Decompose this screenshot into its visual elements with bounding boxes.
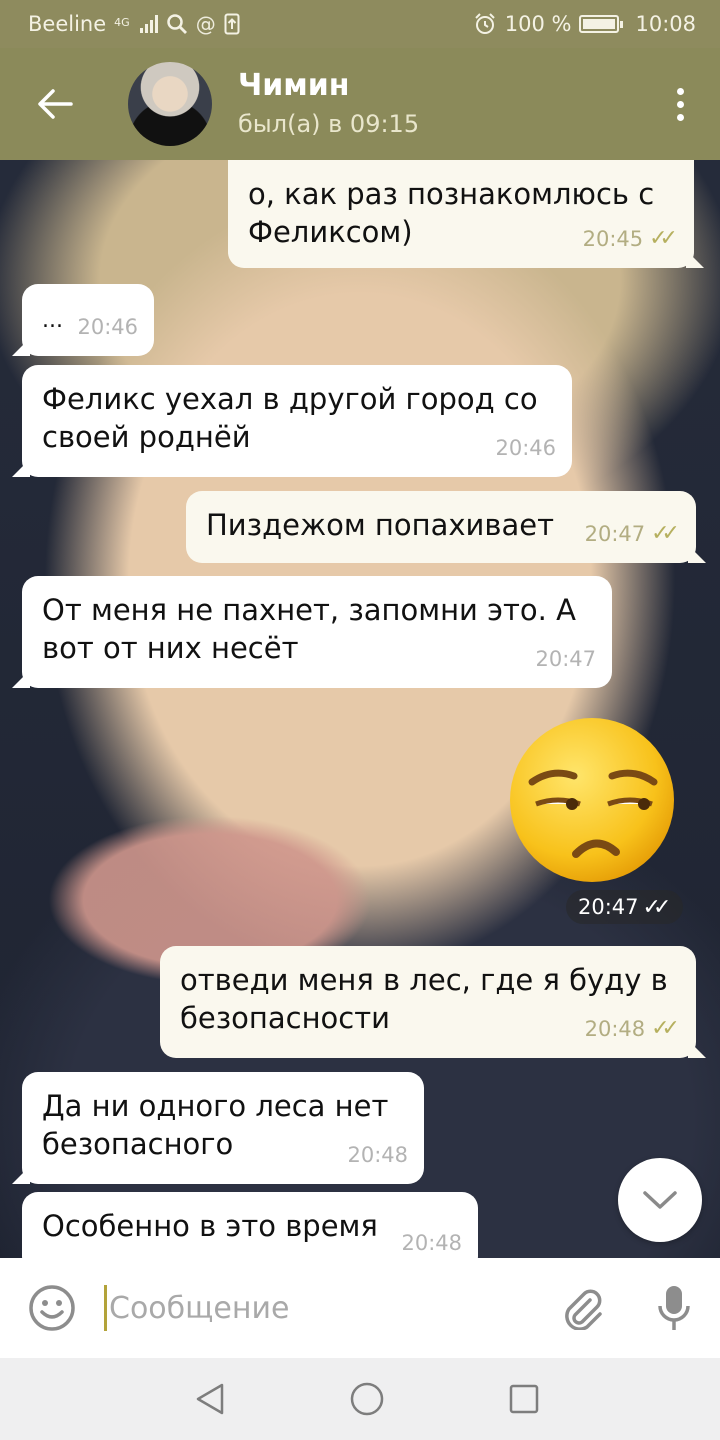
nav-back-button[interactable] (190, 1379, 230, 1419)
contact-info[interactable]: Чимин был(а) в 09:15 (238, 67, 640, 141)
status-right: 100 % 10:08 (473, 12, 696, 36)
scroll-down-button[interactable] (618, 1158, 702, 1242)
contact-name: Чимин (238, 68, 350, 103)
search-icon (166, 14, 187, 34)
status-bar: Beeline 4G @ 100 % 10:08 (0, 0, 720, 48)
chat-header: Чимин был(а) в 09:15 (0, 48, 720, 160)
nav-back-icon (196, 1383, 224, 1415)
microphone-icon (658, 1286, 690, 1330)
message-text: Феликс уехал в другой город со своей род… (42, 382, 538, 454)
text-caret (104, 1285, 107, 1331)
message-placeholder: Сообщение (109, 1290, 290, 1326)
voice-message-button[interactable] (628, 1258, 720, 1358)
more-options-button[interactable] (640, 48, 720, 160)
message-bubble-out[interactable]: о, как раз познакомлюсь с Феликсом) 20:4… (228, 160, 694, 268)
alarm-icon (475, 13, 495, 34)
message-bubble-in[interactable]: Да ни одного леса нет безопасного 20:48 (22, 1072, 424, 1184)
signal-icon (139, 15, 158, 33)
chat-history[interactable]: о, как раз познакомлюсь с Феликсом) 20:4… (0, 160, 720, 1258)
message-time: 20:47 (578, 895, 639, 919)
carrier-label: Beeline (28, 12, 107, 36)
chevron-down-icon (643, 1191, 677, 1209)
nav-recents-icon (509, 1384, 539, 1414)
message-time: 20:45 (582, 227, 644, 251)
message-input[interactable]: Сообщение (104, 1258, 536, 1358)
nav-home-icon (350, 1382, 384, 1416)
message-time: 20:48 (584, 1017, 646, 1041)
attach-button[interactable] (536, 1258, 628, 1358)
message-bubble-in[interactable]: ... 20:46 (22, 284, 154, 356)
clock: 10:08 (635, 12, 696, 36)
message-text: От меня не пахнет, запомни это. А вот от… (42, 593, 576, 665)
battery-percent: 100 % (504, 12, 572, 36)
double-check-icon: ✓✓ (651, 521, 680, 546)
avatar[interactable] (128, 62, 212, 146)
status-left: Beeline 4G @ (28, 12, 240, 36)
message-bubble-in[interactable]: Особенно в это время 20:48 (22, 1192, 478, 1258)
message-time: 20:46 (77, 315, 138, 339)
message-bubble-out[interactable]: отведи меня в лес, где я буду в безопасн… (160, 946, 696, 1058)
back-arrow-icon (38, 89, 73, 119)
message-composer: Сообщение (0, 1258, 720, 1358)
at-icon: @ (195, 12, 216, 36)
message-time: 20:47 (584, 522, 646, 546)
battery-icon (579, 15, 624, 33)
message-bubble-out[interactable]: Пиздежом попахивает 20:47 ✓✓ (186, 491, 696, 563)
message-bubble-in[interactable]: От меня не пахнет, запомни это. А вот от… (22, 576, 612, 688)
message-time: 20:48 (401, 1231, 462, 1255)
last-seen-status: был(а) в 09:15 (238, 110, 420, 138)
message-time: 20:46 (495, 436, 556, 460)
message-time: 20:47 (535, 647, 596, 671)
nav-home-button[interactable] (347, 1379, 387, 1419)
emoji-button[interactable] (0, 1258, 104, 1358)
message-text: Особенно в это время (42, 1209, 378, 1243)
message-bubble-in[interactable]: Феликс уехал в другой город со своей род… (22, 365, 572, 477)
message-time: 20:48 (347, 1143, 408, 1167)
nav-recents-button[interactable] (504, 1379, 544, 1419)
emoji-icon (29, 1285, 75, 1331)
network-type: 4G (114, 16, 130, 29)
emoji-message-time: 20:47 ✓✓ (566, 890, 684, 924)
back-button[interactable] (0, 48, 110, 160)
double-check-icon: ✓✓ (642, 894, 672, 920)
double-check-icon: ✓✓ (651, 1016, 680, 1041)
more-vertical-icon (676, 87, 684, 121)
system-navigation-bar (0, 1358, 720, 1440)
attach-icon (565, 1289, 602, 1330)
unamused-face-icon[interactable] (508, 716, 676, 884)
upload-icon (224, 13, 240, 35)
double-check-icon: ✓✓ (649, 226, 678, 251)
